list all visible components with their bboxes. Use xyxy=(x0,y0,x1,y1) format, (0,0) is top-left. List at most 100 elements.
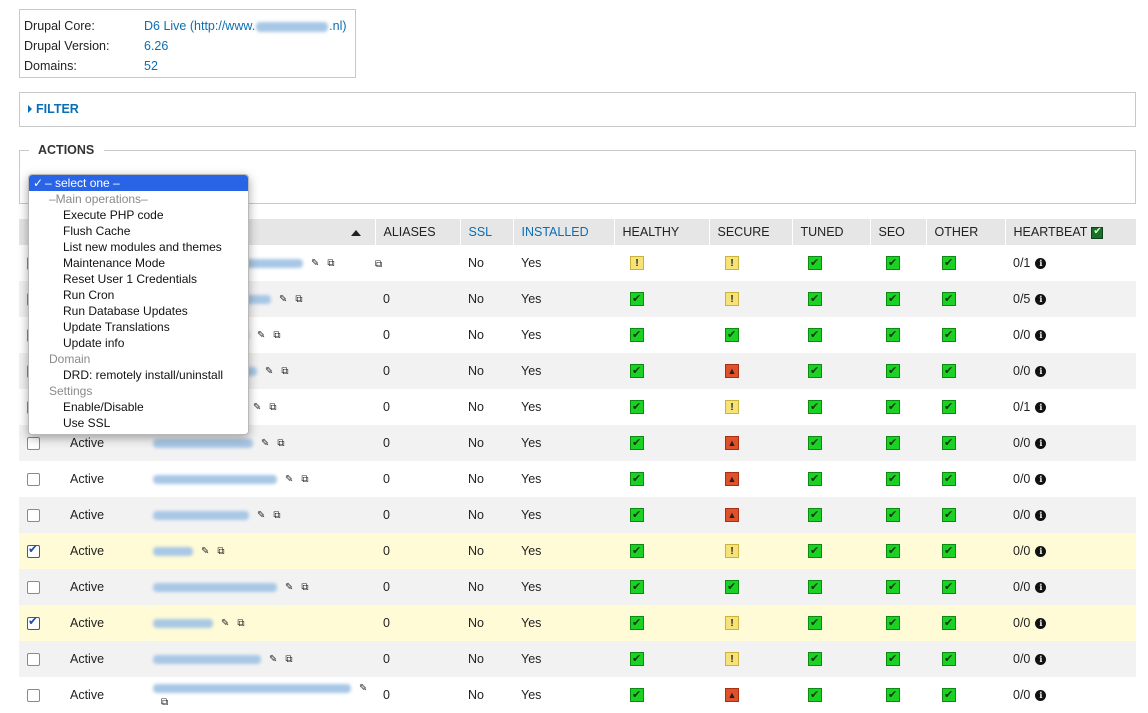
external-link-icon[interactable]: ⧉ xyxy=(301,582,308,593)
secure-warning-icon[interactable] xyxy=(725,652,739,667)
healthy-ok-icon[interactable] xyxy=(630,580,644,595)
drupal-core-url-suffix[interactable]: .nl) xyxy=(329,19,346,33)
edit-pencil-icon[interactable]: ✎ xyxy=(257,510,265,521)
edit-pencil-icon[interactable]: ✎ xyxy=(257,330,265,341)
select-option-selected[interactable]: ✓ – select one – xyxy=(29,175,248,191)
edit-pencil-icon[interactable]: ✎ xyxy=(311,258,319,269)
tuned-ok-icon[interactable] xyxy=(808,472,822,487)
dropdown-option[interactable]: Maintenance Mode xyxy=(29,255,248,271)
seo-ok-icon[interactable] xyxy=(886,256,900,271)
secure-critical-icon[interactable] xyxy=(725,364,739,379)
seo-ok-icon[interactable] xyxy=(886,364,900,379)
seo-ok-icon[interactable] xyxy=(886,508,900,523)
tuned-ok-icon[interactable] xyxy=(808,436,822,451)
tuned-ok-icon[interactable] xyxy=(808,652,822,667)
seo-ok-icon[interactable] xyxy=(886,652,900,667)
dropdown-option[interactable]: Use SSL xyxy=(29,415,248,431)
info-icon[interactable]: i xyxy=(1035,438,1047,450)
tuned-ok-icon[interactable] xyxy=(808,328,822,343)
dropdown-option[interactable]: List new modules and themes xyxy=(29,239,248,255)
external-link-icon[interactable]: ⧉ xyxy=(301,474,308,485)
row-checkbox[interactable] xyxy=(27,581,40,595)
dropdown-option[interactable]: Run Database Updates xyxy=(29,303,248,319)
healthy-ok-icon[interactable] xyxy=(630,472,644,487)
healthy-ok-icon[interactable] xyxy=(630,364,644,379)
secure-warning-icon[interactable] xyxy=(725,292,739,307)
tuned-ok-icon[interactable] xyxy=(808,256,822,271)
info-icon[interactable]: i xyxy=(1035,654,1047,666)
edit-pencil-icon[interactable]: ✎ xyxy=(279,294,287,305)
seo-ok-icon[interactable] xyxy=(886,616,900,631)
dropdown-option[interactable]: Enable/Disable xyxy=(29,399,248,415)
info-icon[interactable]: i xyxy=(1035,690,1047,702)
row-checkbox[interactable] xyxy=(27,542,40,559)
secure-critical-icon[interactable] xyxy=(725,688,739,703)
other-ok-icon[interactable] xyxy=(942,544,956,559)
row-checkbox[interactable] xyxy=(27,653,40,667)
heartbeat-check-icon[interactable] xyxy=(1091,226,1104,239)
external-link-icon[interactable]: ⧉ xyxy=(277,438,284,449)
row-checkbox[interactable] xyxy=(27,689,40,703)
other-ok-icon[interactable] xyxy=(942,652,956,667)
drupal-core-url-prefix[interactable]: (http://www. xyxy=(190,19,255,33)
seo-ok-icon[interactable] xyxy=(886,436,900,451)
edit-pencil-icon[interactable]: ✎ xyxy=(359,683,367,694)
healthy-ok-icon[interactable] xyxy=(630,292,644,307)
edit-pencil-icon[interactable]: ✎ xyxy=(201,546,209,557)
tuned-ok-icon[interactable] xyxy=(808,508,822,523)
external-link-icon[interactable]: ⧉ xyxy=(295,294,302,305)
tuned-ok-icon[interactable] xyxy=(808,364,822,379)
domain-link[interactable] xyxy=(153,547,193,557)
domain-link[interactable] xyxy=(153,511,249,521)
other-ok-icon[interactable] xyxy=(942,400,956,415)
other-ok-icon[interactable] xyxy=(942,436,956,451)
seo-ok-icon[interactable] xyxy=(886,544,900,559)
actions-select-dropdown[interactable]: ✓ – select one – –Main operations– Execute… xyxy=(28,174,249,435)
secure-critical-icon[interactable] xyxy=(725,472,739,487)
drupal-core-value[interactable]: D6 Live xyxy=(144,19,186,33)
domain-link[interactable] xyxy=(153,475,277,485)
secure-critical-icon[interactable] xyxy=(725,436,739,451)
info-icon[interactable]: i xyxy=(1035,510,1047,522)
other-ok-icon[interactable] xyxy=(942,256,956,271)
info-icon[interactable]: i xyxy=(1035,402,1047,414)
seo-ok-icon[interactable] xyxy=(886,688,900,703)
healthy-ok-icon[interactable] xyxy=(630,688,644,703)
dropdown-option[interactable]: Update Translations xyxy=(29,319,248,335)
info-icon[interactable]: i xyxy=(1035,582,1047,594)
edit-pencil-icon[interactable]: ✎ xyxy=(269,654,277,665)
edit-pencil-icon[interactable]: ✎ xyxy=(221,618,229,629)
selected-option-label[interactable]: – select one – xyxy=(45,176,120,190)
external-link-icon[interactable]: ⧉ xyxy=(273,510,280,521)
healthy-ok-icon[interactable] xyxy=(630,400,644,415)
domain-link[interactable] xyxy=(153,439,253,449)
secure-warning-icon[interactable] xyxy=(725,400,739,415)
info-icon[interactable]: i xyxy=(1035,366,1047,378)
domain-link[interactable] xyxy=(153,655,261,665)
domain-link[interactable] xyxy=(153,684,351,694)
dropdown-option[interactable]: Flush Cache xyxy=(29,223,248,239)
tuned-ok-icon[interactable] xyxy=(808,688,822,703)
healthy-ok-icon[interactable] xyxy=(630,508,644,523)
external-link-icon[interactable]: ⧉ xyxy=(327,258,334,269)
row-checkbox[interactable] xyxy=(27,437,40,451)
filter-toggle[interactable]: FILTER xyxy=(28,102,79,116)
healthy-ok-icon[interactable] xyxy=(630,616,644,631)
heartbeat-header[interactable]: HEARTBEAT xyxy=(1005,219,1137,245)
dropdown-option[interactable]: DRD: remotely install/uninstall xyxy=(29,367,248,383)
domains-count[interactable]: 52 xyxy=(144,56,158,76)
row-checkbox[interactable] xyxy=(27,614,40,631)
secure-warning-icon[interactable] xyxy=(725,616,739,631)
seo-ok-icon[interactable] xyxy=(886,472,900,487)
info-icon[interactable]: i xyxy=(1035,330,1047,342)
row-checkbox[interactable] xyxy=(27,473,40,487)
external-link-icon[interactable]: ⧉ xyxy=(273,330,280,341)
edit-pencil-icon[interactable]: ✎ xyxy=(265,366,273,377)
external-link-icon[interactable]: ⧉ xyxy=(217,546,224,557)
other-ok-icon[interactable] xyxy=(942,364,956,379)
info-icon[interactable]: i xyxy=(1035,618,1047,630)
edit-pencil-icon[interactable]: ✎ xyxy=(261,438,269,449)
external-link-icon[interactable]: ⧉ xyxy=(285,654,292,665)
tuned-ok-icon[interactable] xyxy=(808,292,822,307)
secure-warning-icon[interactable] xyxy=(725,256,739,271)
